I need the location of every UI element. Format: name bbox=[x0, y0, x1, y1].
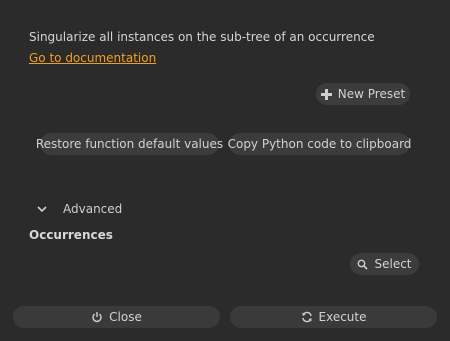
new-preset-label: New Preset bbox=[337, 87, 406, 101]
plus-icon bbox=[320, 88, 332, 100]
execute-label: Execute bbox=[318, 310, 367, 324]
function-description: Singularize all instances on the sub-tre… bbox=[29, 30, 375, 44]
close-button[interactable]: Close bbox=[13, 306, 220, 328]
close-label: Close bbox=[109, 310, 142, 324]
new-preset-button[interactable]: New Preset bbox=[316, 83, 410, 105]
copy-python-label: Copy Python code to clipboard bbox=[227, 137, 412, 151]
power-icon bbox=[91, 311, 103, 323]
refresh-icon bbox=[301, 311, 313, 323]
copy-python-button[interactable]: Copy Python code to clipboard bbox=[227, 133, 412, 155]
restore-defaults-button[interactable]: Restore function default values bbox=[36, 133, 223, 155]
restore-defaults-label: Restore function default values bbox=[35, 137, 224, 151]
select-occurrences-button[interactable]: Select bbox=[350, 253, 419, 275]
chevron-down-icon[interactable] bbox=[36, 203, 48, 215]
occurrences-label: Occurrences bbox=[29, 228, 113, 242]
advanced-section-toggle[interactable]: Advanced bbox=[63, 202, 122, 216]
documentation-link[interactable]: Go to documentation bbox=[29, 51, 156, 65]
search-icon bbox=[357, 259, 369, 270]
execute-button[interactable]: Execute bbox=[230, 306, 437, 328]
select-label: Select bbox=[374, 257, 412, 271]
